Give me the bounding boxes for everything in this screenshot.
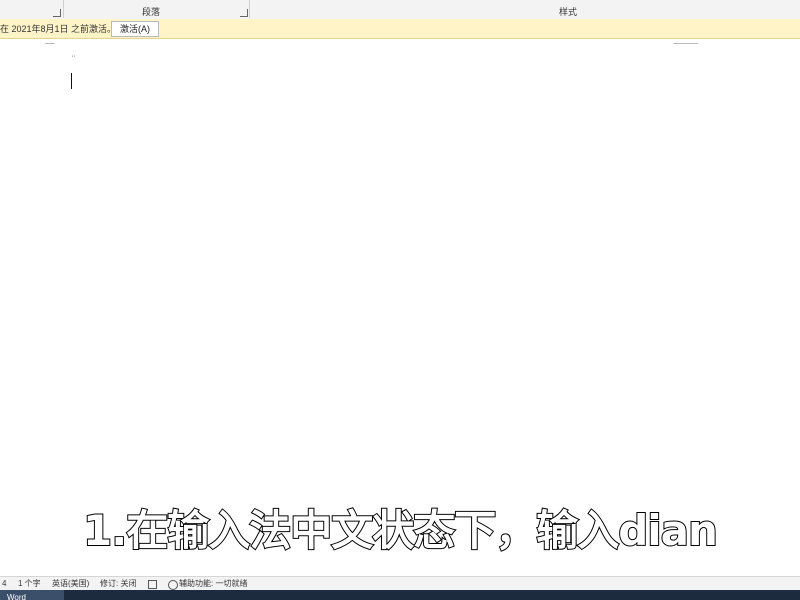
status-bar: 4 1 个字 英语(美国) 修订: 关闭 辅助功能: 一切就绪 — [0, 576, 800, 591]
ribbon-separator — [249, 0, 250, 18]
activate-button[interactable]: 激活(A) — [111, 21, 159, 37]
macro-record-icon[interactable] — [148, 580, 157, 589]
page-indicator[interactable]: 4 — [2, 577, 6, 591]
taskbar-app-label: Word — [7, 593, 26, 600]
accessibility-status[interactable]: 辅助功能: 一切就绪 — [179, 577, 247, 591]
page-corner-mark — [673, 43, 698, 44]
language-indicator[interactable]: 英语(美国) — [52, 577, 89, 591]
subtitle-caption: 1.在输入法中文状态下，输入dian — [82, 505, 719, 556]
paragraph-group-label: 段落 — [142, 7, 161, 17]
word-count[interactable]: 1 个字 — [18, 577, 41, 591]
font-dialog-launcher-icon[interactable] — [53, 9, 61, 17]
ribbon-separator — [63, 0, 64, 18]
paragraph-mark: ¨ — [72, 54, 75, 64]
paragraph-dialog-launcher-icon[interactable] — [240, 9, 248, 17]
accessibility-icon — [168, 580, 178, 590]
track-changes-status[interactable]: 修订: 关闭 — [100, 577, 136, 591]
document-canvas[interactable] — [0, 39, 800, 576]
text-cursor — [71, 73, 72, 89]
styles-group-label: 样式 — [559, 7, 578, 17]
activation-message-bar: 在 2021年8月1日 之前激活。 激活(A) — [0, 19, 800, 39]
taskbar: Word — [0, 590, 800, 600]
page-corner-mark — [45, 43, 55, 44]
ribbon-group-label-strip: 段落 样式 — [0, 0, 800, 20]
activation-message: 在 2021年8月1日 之前激活。 — [0, 24, 117, 34]
taskbar-word-app[interactable]: Word — [0, 590, 64, 600]
